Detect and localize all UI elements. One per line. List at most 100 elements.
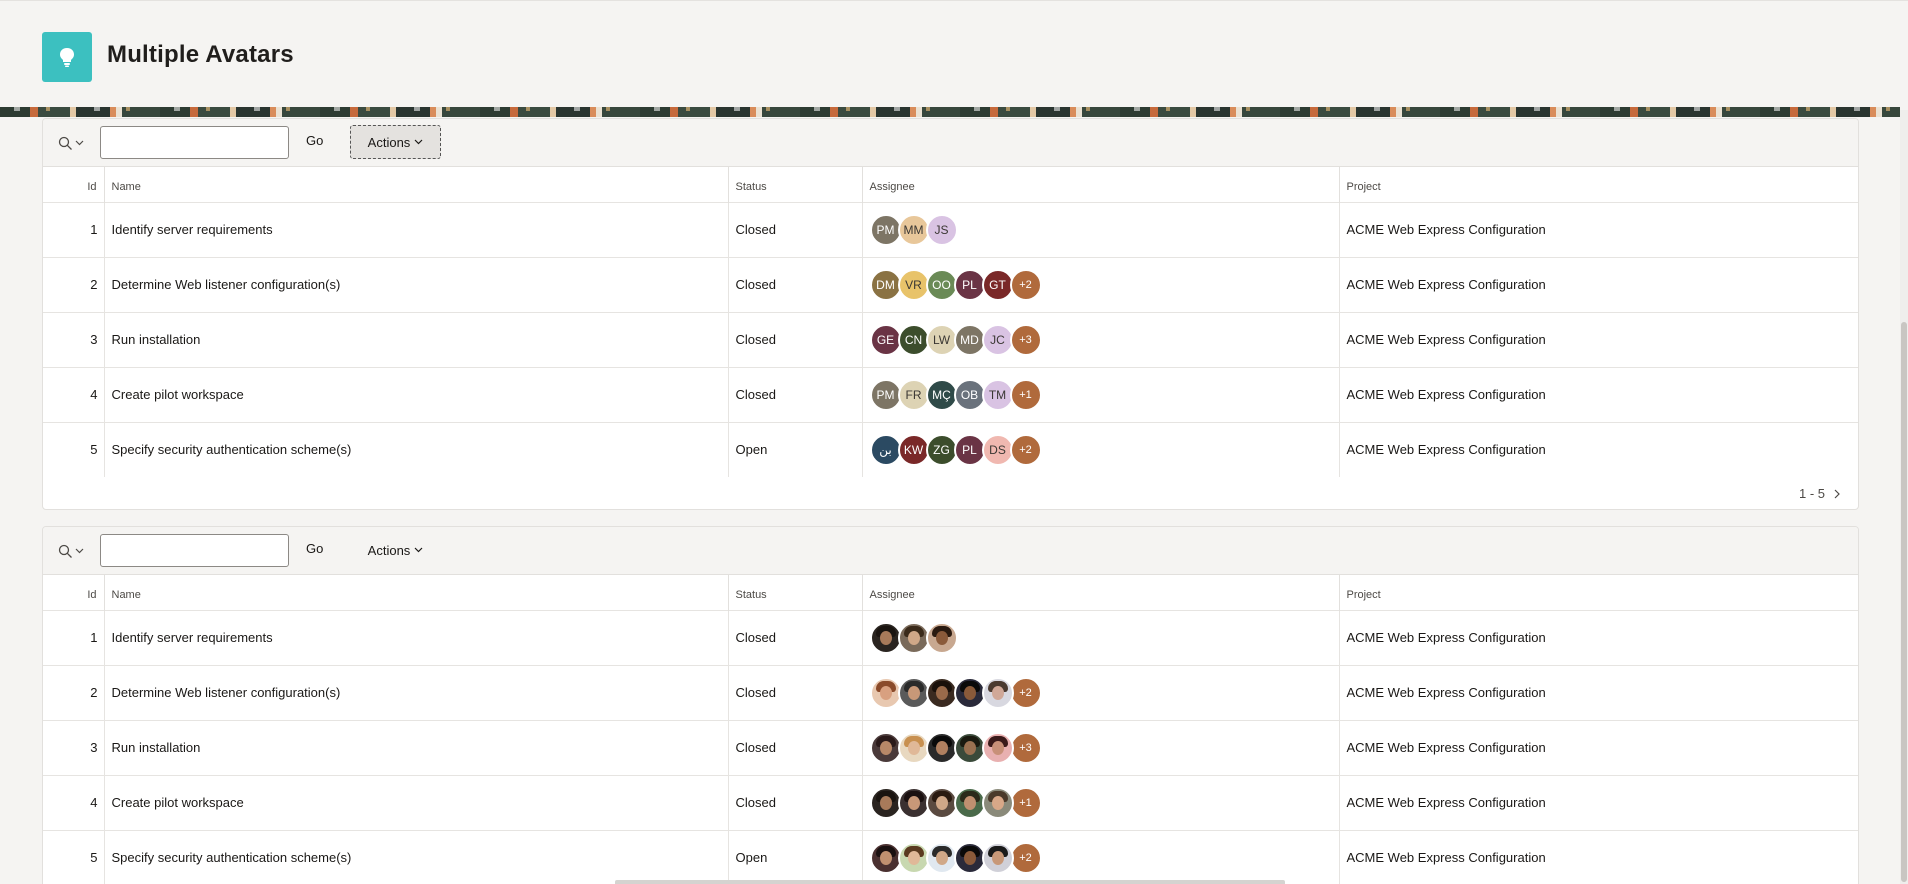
avatar[interactable]: ﺑﻦ <box>869 433 902 466</box>
avatar-photo[interactable] <box>981 786 1014 819</box>
report-toolbar: Go Actions <box>43 119 1858 167</box>
avatar-photo[interactable] <box>897 676 930 709</box>
avatar-photo[interactable] <box>925 621 958 654</box>
search-column-button[interactable] <box>58 541 88 561</box>
report-table: Id Name Status Assignee Project 1 Identif… <box>43 575 1858 884</box>
avatar-overflow-count[interactable]: +2 <box>1009 268 1042 301</box>
avatar-photo[interactable] <box>953 786 986 819</box>
avatar-photo[interactable] <box>925 841 958 874</box>
avatar-photo[interactable] <box>925 676 958 709</box>
assignee-cell: ﺑﻦ KW ZG PL DS +2 <box>862 421 1340 477</box>
avatar-overflow-count[interactable]: +2 <box>1009 841 1042 874</box>
avatar[interactable]: FR <box>897 378 930 411</box>
task-name: Run installation <box>104 311 729 367</box>
avatar-photo[interactable] <box>953 841 986 874</box>
avatar[interactable]: JS <box>925 213 958 246</box>
task-status: Closed <box>728 774 863 830</box>
pagination: 1 - 5 <box>1799 486 1840 501</box>
avatar[interactable]: GE <box>869 323 902 356</box>
avatar-photo[interactable] <box>869 841 902 874</box>
avatar[interactable]: PM <box>869 378 902 411</box>
actions-menu-button[interactable]: Actions <box>350 125 441 159</box>
task-name: Create pilot workspace <box>104 366 729 422</box>
avatar[interactable]: MM <box>897 213 930 246</box>
avatar[interactable]: KW <box>897 433 930 466</box>
search-column-button[interactable] <box>58 133 88 153</box>
avatar[interactable]: MD <box>953 323 986 356</box>
avatar-photo[interactable] <box>897 786 930 819</box>
avatar-photo[interactable] <box>925 786 958 819</box>
avatar-overflow-count[interactable]: +2 <box>1009 433 1042 466</box>
row-id: 3 <box>43 719 105 775</box>
avatar[interactable]: MÇ <box>925 378 958 411</box>
avatar-photo[interactable] <box>869 731 902 764</box>
avatar-photo[interactable] <box>897 621 930 654</box>
avatar-photo[interactable] <box>869 621 902 654</box>
project-name: ACME Web Express Configuration <box>1339 829 1858 884</box>
avatar-photo[interactable] <box>981 731 1014 764</box>
avatar-photo[interactable] <box>953 731 986 764</box>
project-name: ACME Web Express Configuration <box>1339 421 1858 477</box>
column-header-project[interactable]: Project <box>1339 575 1858 610</box>
avatar-group: PM FR MÇ OB TM +1 <box>869 378 1332 411</box>
avatar[interactable]: OO <box>925 268 958 301</box>
column-header-status[interactable]: Status <box>728 575 863 610</box>
chevron-right-icon[interactable] <box>1834 489 1840 499</box>
avatar[interactable]: CN <box>897 323 930 356</box>
column-header-project[interactable]: Project <box>1339 167 1858 202</box>
avatar[interactable]: JC <box>981 323 1014 356</box>
avatar-photo[interactable] <box>869 786 902 819</box>
avatar-photo[interactable] <box>981 841 1014 874</box>
avatar[interactable]: LW <box>925 323 958 356</box>
avatar-photo[interactable] <box>897 731 930 764</box>
assignee-cell: GE CN LW MD JC +3 <box>862 311 1340 367</box>
avatar-overflow-count[interactable]: +3 <box>1009 731 1042 764</box>
column-header-assignee[interactable]: Assignee <box>862 575 1340 610</box>
actions-menu-button[interactable]: Actions <box>350 533 441 567</box>
avatar[interactable]: OB <box>953 378 986 411</box>
column-header-name[interactable]: Name <box>104 575 729 610</box>
table-row: 4 Create pilot workspace Closed +1 ACME Web … <box>43 774 1858 830</box>
avatar-overflow-count[interactable]: +1 <box>1009 786 1042 819</box>
search-input[interactable] <box>100 534 289 567</box>
avatar-group: +2 <box>869 676 1332 709</box>
avatar-group: +3 <box>869 731 1332 764</box>
avatar[interactable]: DS <box>981 433 1014 466</box>
column-header-name[interactable]: Name <box>104 167 729 202</box>
header-banner <box>0 107 1900 117</box>
search-input[interactable] <box>100 126 289 159</box>
column-header-status[interactable]: Status <box>728 167 863 202</box>
avatar-overflow-count[interactable]: +2 <box>1009 676 1042 709</box>
page-scrollbar[interactable] <box>1900 110 1908 884</box>
column-header-id[interactable]: Id <box>43 575 105 610</box>
avatar[interactable]: TM <box>981 378 1014 411</box>
avatar-overflow-count[interactable]: +1 <box>1009 378 1042 411</box>
avatar[interactable]: ZG <box>925 433 958 466</box>
avatar-photo[interactable] <box>925 731 958 764</box>
task-status: Closed <box>728 201 863 257</box>
avatar-group <box>869 621 1332 654</box>
avatar-photo[interactable] <box>981 676 1014 709</box>
avatar[interactable]: PL <box>953 433 986 466</box>
table-header-row: Id Name Status Assignee Project <box>43 575 1858 610</box>
project-name: ACME Web Express Configuration <box>1339 366 1858 422</box>
avatar[interactable]: DM <box>869 268 902 301</box>
avatar[interactable]: PL <box>953 268 986 301</box>
go-button[interactable]: Go <box>306 133 323 148</box>
report-table: Id Name Status Assignee Project 1 Identif… <box>43 167 1858 477</box>
column-header-assignee[interactable]: Assignee <box>862 167 1340 202</box>
go-button[interactable]: Go <box>306 541 323 556</box>
avatar-photo[interactable] <box>897 841 930 874</box>
column-header-id[interactable]: Id <box>43 167 105 202</box>
task-name: Specify security authentication scheme(s… <box>104 829 729 884</box>
avatar-photo[interactable] <box>869 676 902 709</box>
avatar[interactable]: VR <box>897 268 930 301</box>
bottom-drawer-handle[interactable] <box>615 880 1285 884</box>
project-name: ACME Web Express Configuration <box>1339 774 1858 830</box>
task-name: Determine Web listener configuration(s) <box>104 664 729 720</box>
avatar-overflow-count[interactable]: +3 <box>1009 323 1042 356</box>
avatar[interactable]: GT <box>981 268 1014 301</box>
avatar-photo[interactable] <box>953 676 986 709</box>
scrollbar-thumb[interactable] <box>1901 322 1907 882</box>
avatar[interactable]: PM <box>869 213 902 246</box>
